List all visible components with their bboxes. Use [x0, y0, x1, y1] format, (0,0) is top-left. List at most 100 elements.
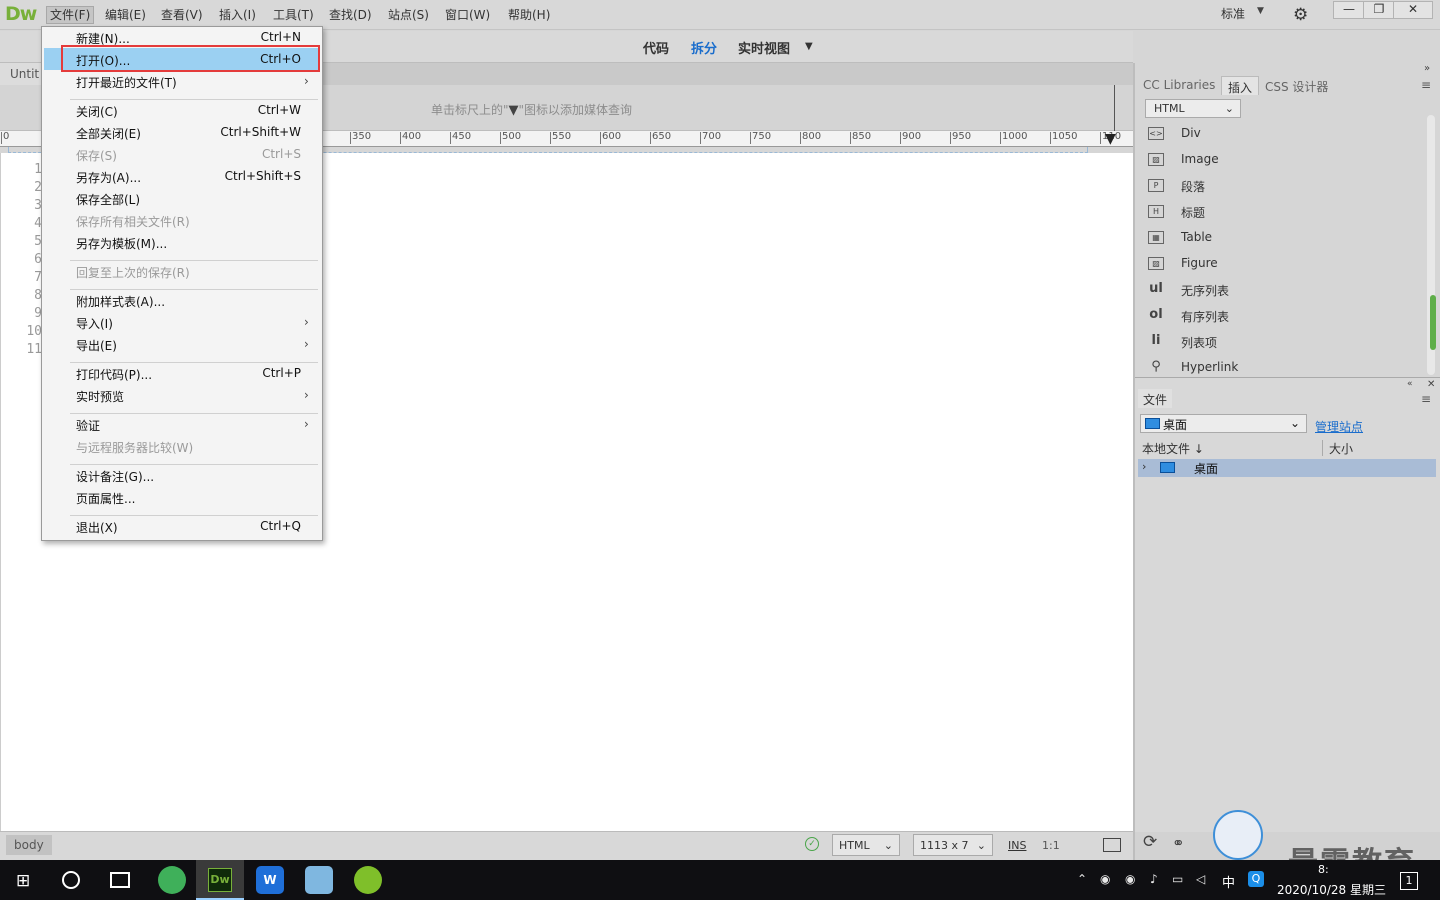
menu-6[interactable]: 站点(S)	[385, 6, 432, 24]
chevron-down-icon[interactable]: ▼	[1257, 6, 1264, 16]
line-number: 1	[34, 162, 42, 177]
line-number: 8	[34, 288, 42, 303]
window-size-select[interactable]: 1113 x 7 ⌄	[913, 834, 993, 856]
panel-menu-icon[interactable]: ≡	[1421, 78, 1431, 92]
file-menu-item-14[interactable]: 附加样式表(A)...	[76, 293, 165, 310]
insert-item-8[interactable]: 列表项	[1181, 334, 1217, 351]
shortcut-label: Ctrl+W	[257, 103, 301, 117]
collapse-panel-icon[interactable]: »	[1424, 63, 1430, 74]
menu-7[interactable]: 窗口(W)	[442, 6, 493, 24]
local-files-column-header[interactable]: 本地文件 ↓	[1142, 440, 1204, 457]
refresh-icon[interactable]: ⟳	[1143, 832, 1157, 852]
file-menu-item-25[interactable]: 页面属性...	[76, 490, 135, 507]
volume-icon[interactable]: ◁	[1196, 872, 1205, 886]
menu-0[interactable]: 文件(F)	[46, 6, 95, 24]
split-view-button[interactable]: 拆分	[691, 38, 717, 57]
qq-icon[interactable]: ◉	[1125, 872, 1135, 886]
restore-button[interactable]: ❐	[1363, 1, 1395, 19]
insert-item-7[interactable]: 有序列表	[1181, 308, 1229, 325]
ruler-tick: 550	[550, 131, 572, 144]
task-view-icon[interactable]	[110, 872, 130, 888]
network-icon[interactable]: ▭	[1172, 872, 1183, 886]
panel-menu-icon[interactable]: ≡	[1421, 392, 1431, 406]
insert-item-3[interactable]: 标题	[1181, 204, 1205, 221]
dreamweaver-icon[interactable]: Dw	[208, 868, 232, 892]
file-menu-item-15[interactable]: 导入(I)	[76, 315, 113, 332]
windows-start-icon[interactable]: ⊞	[16, 871, 30, 891]
connect-icon[interactable]: ⚭	[1172, 834, 1185, 852]
app-icon[interactable]	[354, 866, 382, 894]
action-center-icon[interactable]: 1	[1400, 872, 1418, 890]
workspace-layout-selector[interactable]: 标准	[1221, 5, 1245, 22]
preview-icon[interactable]	[1103, 838, 1121, 852]
file-menu-item-4[interactable]: 关闭(C)	[76, 103, 118, 120]
manage-sites-link[interactable]: 管理站点	[1315, 418, 1363, 435]
file-menu-item-5[interactable]: 全部关闭(E)	[76, 125, 141, 142]
menu-2[interactable]: 查看(V)	[158, 6, 206, 24]
insert-mode-indicator[interactable]: INS	[1008, 839, 1026, 852]
minimize-button[interactable]: —	[1333, 1, 1365, 19]
ruler-tick: 500	[500, 131, 522, 144]
file-menu-item-27[interactable]: 退出(X)	[76, 519, 118, 536]
live-view-button[interactable]: 实时视图	[738, 38, 790, 57]
assistant-avatar-icon[interactable]	[1213, 810, 1263, 860]
media-query-hint: 单击标尺上的"▼"图标以添加媒体查询	[431, 103, 633, 118]
sort-down-icon: ↓	[1193, 442, 1204, 456]
insert-item-9[interactable]: Hyperlink	[1181, 360, 1238, 374]
file-menu-item-21[interactable]: 验证	[76, 417, 100, 434]
close-button[interactable]: ✕	[1393, 1, 1433, 19]
search-icon[interactable]	[62, 871, 80, 889]
tag-selector[interactable]: body	[6, 835, 52, 855]
browser-icon[interactable]	[158, 866, 186, 894]
size-column-header[interactable]: 大小	[1329, 440, 1353, 457]
chevron-down-icon[interactable]: ▼	[805, 41, 813, 52]
menu-4[interactable]: 工具(T)	[270, 6, 317, 24]
code-view-button[interactable]: 代码	[643, 38, 669, 57]
insert-item-4[interactable]: Table	[1181, 230, 1212, 244]
tray-overflow-icon[interactable]: ⌃	[1077, 872, 1087, 886]
insert-item-6[interactable]: 无序列表	[1181, 282, 1229, 299]
file-menu-item-16[interactable]: 导出(E)	[76, 337, 117, 354]
file-menu-item-7[interactable]: 另存为(A)...	[76, 169, 141, 186]
file-menu-item-2[interactable]: 打开最近的文件(T)	[76, 74, 177, 91]
menu-8[interactable]: 帮助(H)	[505, 6, 553, 24]
file-menu-item-10[interactable]: 另存为模板(M)...	[76, 235, 167, 252]
document-tab[interactable]: Untit	[0, 63, 44, 85]
site-select[interactable]: 桌面 ⌄	[1140, 414, 1307, 433]
insert-item-5[interactable]: Figure	[1181, 256, 1218, 270]
file-menu-item-12: 回复至上次的保存(R)	[76, 266, 190, 280]
insert-item-2[interactable]: 段落	[1181, 178, 1205, 195]
gear-icon[interactable]: ⚙	[1293, 5, 1308, 25]
insert-category-select[interactable]: HTML ⌄	[1145, 99, 1241, 118]
insert-item-0[interactable]: Div	[1181, 126, 1201, 140]
chevron-right-icon: ›	[304, 417, 309, 431]
clock-date[interactable]: 2020/10/28 星期三	[1277, 881, 1386, 898]
files-tab[interactable]: 文件	[1138, 389, 1172, 408]
file-menu-item-19[interactable]: 实时预览	[76, 388, 124, 405]
insert-item-1[interactable]: Image	[1181, 152, 1219, 166]
file-menu-item-24[interactable]: 设计备注(G)...	[76, 468, 154, 485]
wps-icon[interactable]: W	[256, 866, 284, 894]
doc-type-select[interactable]: HTML ⌄	[832, 834, 900, 856]
close-icon[interactable]: ✕	[1427, 379, 1435, 390]
notification-bell-icon[interactable]: ♪	[1150, 872, 1158, 886]
media-query-marker-icon[interactable]: ▼	[1105, 131, 1116, 147]
panel-tab-2[interactable]: CSS 设计器	[1259, 76, 1334, 95]
file-menu-item-8[interactable]: 保存全部(L)	[76, 191, 140, 208]
menu-1[interactable]: 编辑(E)	[102, 6, 149, 24]
menu-3[interactable]: 插入(I)	[216, 6, 259, 24]
ol-icon: ol	[1149, 307, 1163, 322]
qq-icon[interactable]: ◉	[1100, 872, 1110, 886]
collapse-panel-icon[interactable]: «	[1407, 379, 1413, 389]
scroll-thumb[interactable]	[1430, 295, 1436, 350]
file-menu-item-18[interactable]: 打印代码(P)...	[76, 366, 152, 383]
panel-tab-1[interactable]: 插入	[1221, 76, 1260, 95]
ruler-divider	[1114, 85, 1115, 135]
file-row[interactable]	[1138, 459, 1436, 477]
menu-5[interactable]: 查找(D)	[326, 6, 375, 24]
chevron-right-icon[interactable]: ›	[1142, 460, 1146, 473]
panel-tab-0[interactable]: CC Libraries	[1137, 76, 1221, 95]
qq-search-icon[interactable]: Q	[1248, 871, 1264, 887]
notepad-icon[interactable]	[305, 866, 333, 894]
ime-indicator[interactable]: 中	[1222, 872, 1235, 891]
